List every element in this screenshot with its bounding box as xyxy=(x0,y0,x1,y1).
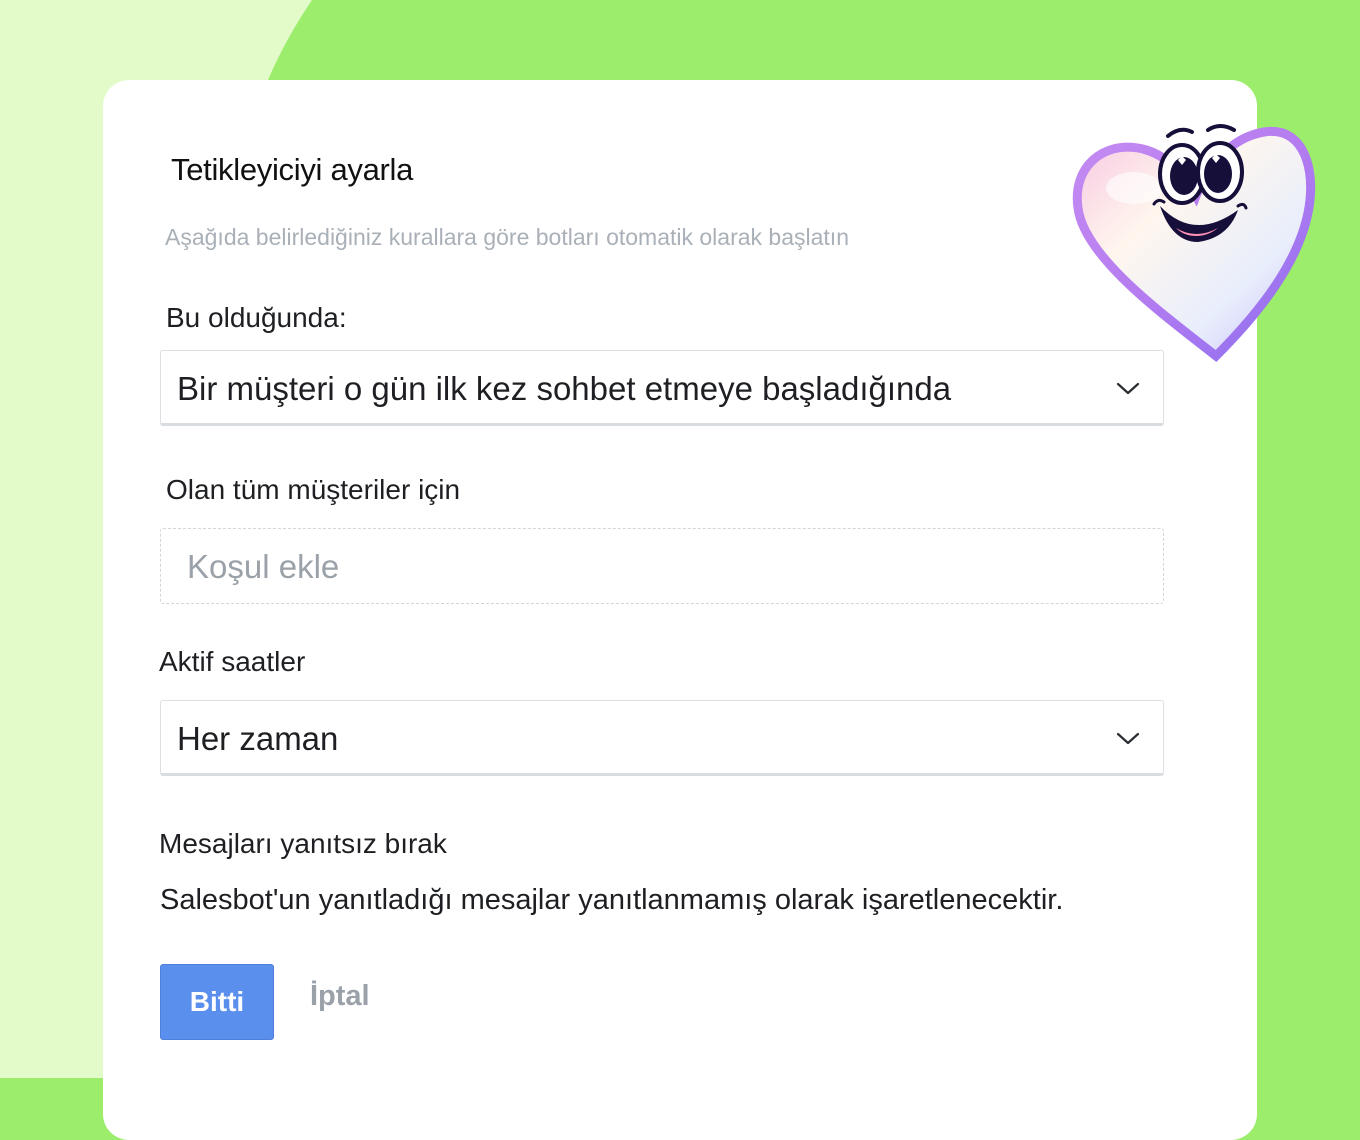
done-button[interactable]: Bitti xyxy=(160,964,274,1040)
trigger-label: Bu olduğunda: xyxy=(166,302,347,333)
trigger-selected-value: Bir müşteri o gün ilk kez sohbet etmeye … xyxy=(177,370,952,407)
chevron-down-icon xyxy=(1116,732,1140,745)
active-hours-label: Aktif saatler xyxy=(159,646,306,677)
unanswered-label: Mesajları yanıtsız bırak xyxy=(159,828,447,859)
smiling-heart-mascot-icon xyxy=(1072,124,1316,363)
active-hours-select[interactable]: Her zaman xyxy=(160,700,1164,776)
add-condition-field[interactable]: Koşul ekle xyxy=(160,528,1164,604)
trigger-select[interactable]: Bir müşteri o gün ilk kez sohbet etmeye … xyxy=(160,350,1164,426)
cancel-button[interactable]: İptal xyxy=(310,980,370,1013)
page-title: Tetikleyiciyi ayarla xyxy=(171,152,414,187)
add-condition-placeholder: Koşul ekle xyxy=(187,548,340,585)
conditions-label: Olan tüm müşteriler için xyxy=(166,474,461,505)
page-subtitle: Aşağıda belirlediğiniz kurallara göre bo… xyxy=(165,224,849,250)
active-hours-selected-value: Her zaman xyxy=(177,720,339,757)
unanswered-description: Salesbot'un yanıtladığı mesajlar yanıtla… xyxy=(160,884,1064,916)
chevron-down-icon xyxy=(1116,382,1140,395)
